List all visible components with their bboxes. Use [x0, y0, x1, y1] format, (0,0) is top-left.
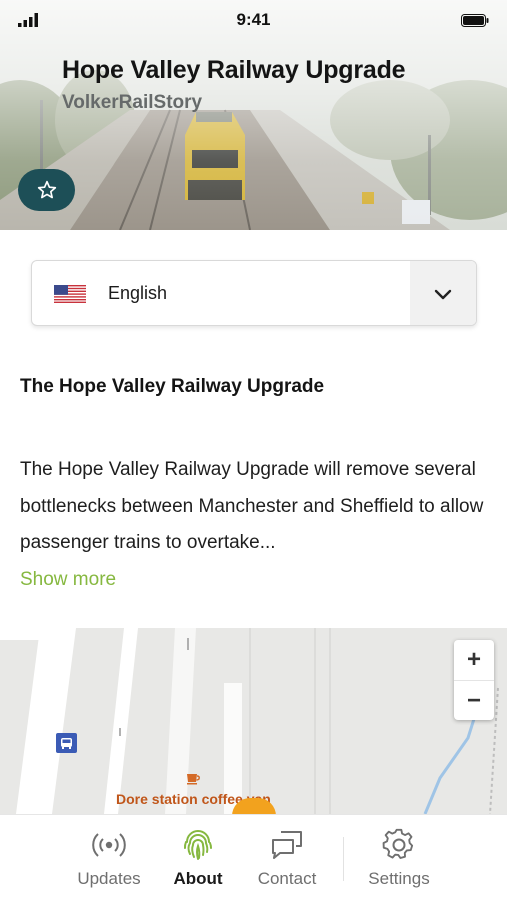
- page-title: Hope Valley Railway Upgrade: [62, 56, 406, 84]
- broadcast-icon: [92, 833, 126, 857]
- minus-icon: −: [466, 686, 481, 714]
- battery-icon: [461, 14, 489, 27]
- tab-contact-label: Contact: [257, 869, 317, 888]
- chat-icon: [272, 831, 302, 859]
- status-time: 9:41: [236, 10, 271, 29]
- tab-bar: Updates About Contact Settings: [0, 814, 507, 900]
- bus-glyph: [61, 737, 72, 749]
- us-flag-icon: [54, 285, 86, 303]
- language-dropdown-toggle[interactable]: [410, 261, 476, 325]
- article-heading: The Hope Valley Railway Upgrade: [20, 376, 325, 397]
- tab-settings[interactable]: Settings: [362, 815, 436, 900]
- tab-updates[interactable]: Updates: [74, 815, 144, 900]
- zoom-out-button[interactable]: −: [454, 680, 494, 720]
- star-icon: [37, 180, 56, 199]
- map-tiles: [0, 628, 507, 814]
- plus-icon: +: [466, 646, 481, 673]
- tab-about-label: About: [173, 869, 223, 888]
- show-more-link[interactable]: Show more: [20, 569, 116, 591]
- map-view[interactable]: [0, 628, 507, 814]
- tab-about[interactable]: About: [164, 815, 232, 900]
- fingerprint-icon: [183, 830, 212, 860]
- bus-stop-icon[interactable]: [56, 733, 77, 753]
- tab-divider: [343, 837, 344, 881]
- zoom-control: + −: [454, 640, 494, 720]
- favorite-button[interactable]: [18, 169, 75, 211]
- chevron-down-icon: [434, 289, 452, 300]
- tab-settings-label: Settings: [368, 869, 430, 888]
- page-subtitle: VolkerRailStory: [62, 92, 203, 113]
- language-selected: English: [108, 283, 168, 303]
- language-select[interactable]: English: [31, 260, 477, 326]
- cafe-icon[interactable]: [184, 768, 202, 786]
- status-bar: 9:41: [0, 0, 507, 40]
- tab-contact[interactable]: Contact: [250, 815, 324, 900]
- tab-updates-label: Updates: [77, 869, 141, 888]
- gear-icon: [382, 828, 414, 859]
- zoom-in-button[interactable]: +: [454, 640, 494, 680]
- article-body: The Hope Valley Railway Upgrade will rem…: [20, 459, 484, 553]
